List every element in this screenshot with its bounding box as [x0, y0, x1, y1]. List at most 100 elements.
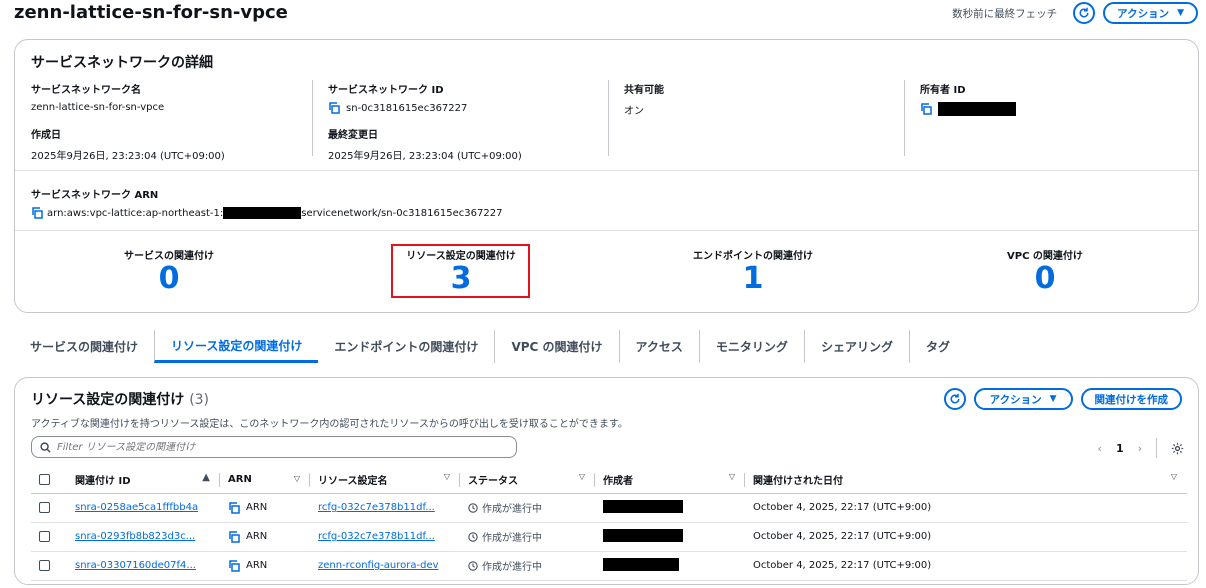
row-checkbox[interactable]: [39, 530, 50, 542]
metric-vpc-associations: VPC の関連付け 0: [925, 247, 1165, 296]
copy-icon[interactable]: [328, 102, 340, 114]
list-description: アクティブな関連付けを持つリソース設定は、このネットワーク内の認可されたリソース…: [31, 419, 628, 430]
divider: [904, 80, 905, 156]
tab-monitoring[interactable]: モニタリング: [698, 330, 804, 363]
id-value: sn-0c3181615ec367227: [346, 102, 468, 114]
metric-label: エンドポイントの関連付け: [693, 251, 813, 262]
modified-field: 最終変更日 2025年9月26日, 23:23:04 (UTC+09:00): [328, 126, 522, 162]
settings-gear-icon[interactable]: [1171, 442, 1184, 455]
association-id-link[interactable]: snra-0293fb8b823d3c...: [75, 531, 195, 542]
tab-access[interactable]: アクセス: [618, 330, 699, 363]
tab-sharing[interactable]: シェアリング: [803, 330, 909, 363]
sort-icon: ▽: [578, 471, 585, 481]
shareable-field: 共有可能 オン: [624, 81, 664, 117]
column-header-status[interactable]: ステータス ▽: [460, 466, 595, 494]
arn-text: ARN: [246, 502, 268, 513]
sort-ascending-icon: ▲: [202, 471, 210, 483]
resource-config-link[interactable]: rcfg-032c7e378b11df...: [318, 502, 435, 513]
sort-icon: ▽: [728, 471, 735, 481]
redacted-account-id: [223, 207, 302, 219]
tab-vpc-associations[interactable]: VPC の関連付け: [494, 330, 618, 363]
page-title: zenn-lattice-sn-for-sn-vpce: [14, 2, 288, 23]
copy-icon[interactable]: [228, 559, 240, 572]
column-header-associated-date[interactable]: 関連付けされた日付 ▽: [745, 466, 1187, 494]
status-cell: 作成が進行中: [468, 529, 587, 544]
metric-value[interactable]: 1: [633, 262, 873, 296]
redacted-creator: [603, 557, 679, 571]
resource-config-link[interactable]: zenn-rconfig-aurora-dev: [318, 560, 439, 571]
last-fetched-text: 数秒前に最終フェッチ: [952, 7, 1058, 20]
created-label: 作成日: [31, 130, 61, 141]
actions-dropdown-button[interactable]: アクション ▼: [1103, 2, 1198, 24]
row-checkbox[interactable]: [39, 559, 50, 571]
clock-icon: [468, 560, 478, 571]
refresh-button[interactable]: [1073, 2, 1096, 24]
clock-icon: [468, 502, 478, 513]
clock-icon: [468, 531, 478, 542]
list-count: (3): [189, 392, 210, 408]
caret-down-icon: ▼: [1177, 8, 1184, 18]
filter-input[interactable]: [57, 441, 497, 453]
id-label: サービスネットワーク ID: [328, 85, 444, 96]
list-actions: アクション ▼ 関連付けを作成: [943, 388, 1182, 410]
metric-value[interactable]: 0: [49, 262, 289, 296]
tab-resource-config-associations[interactable]: リソース設定の関連付け: [154, 330, 319, 363]
association-id-link[interactable]: snra-0258ae5ca1fffbb4a: [75, 502, 198, 513]
metric-label: VPC の関連付け: [1007, 251, 1083, 262]
caret-down-icon: ▼: [1049, 394, 1057, 404]
table-row: snra-0293fb8b823d3c... ARN rcfg-032c7e37…: [31, 522, 1187, 552]
list-title: リソース設定の関連付け (3): [31, 392, 210, 408]
column-header-resource-config-name[interactable]: リソース設定名 ▽: [310, 466, 460, 494]
section-divider: [15, 230, 1198, 231]
search-icon: [40, 441, 51, 453]
metric-service-associations: サービスの関連付け 0: [49, 247, 289, 296]
refresh-icon: [950, 393, 960, 404]
id-field: サービスネットワーク ID sn-0c3181615ec367227: [328, 81, 467, 114]
select-all-header: [31, 466, 67, 494]
tab-tags[interactable]: タグ: [908, 330, 966, 363]
associations-table: 関連付け ID ▲ ARN ▽ リソース設定名 ▽ ステータス ▽ 作成者 ▽ 関連付けさ…: [31, 466, 1187, 581]
arn-text: ARN: [246, 560, 268, 571]
row-checkbox[interactable]: [39, 501, 50, 513]
shareable-label: 共有可能: [624, 85, 664, 96]
arn-label: サービスネットワーク ARN: [31, 190, 159, 201]
copy-icon[interactable]: [31, 207, 43, 219]
associated-date: October 4, 2025, 22:17 (UTC+9:00): [745, 522, 1187, 552]
create-association-label: 関連付けを作成: [1094, 393, 1169, 406]
sort-icon: ▽: [293, 473, 300, 483]
resource-config-link[interactable]: rcfg-032c7e378b11df...: [318, 531, 435, 542]
details-panel: サービスネットワークの詳細 サービスネットワーク名 zenn-lattice-s…: [14, 39, 1199, 313]
copy-icon[interactable]: [228, 501, 240, 514]
name-label: サービスネットワーク名: [31, 85, 141, 96]
previous-page-icon[interactable]: ‹: [1098, 442, 1102, 455]
association-id-link[interactable]: snra-03307160de07f4...: [75, 560, 196, 571]
current-page[interactable]: 1: [1116, 442, 1124, 455]
associated-date: October 4, 2025, 22:17 (UTC+9:00): [745, 551, 1187, 581]
copy-icon[interactable]: [920, 103, 932, 115]
create-association-button[interactable]: 関連付けを作成: [1080, 388, 1182, 410]
list-actions-label: アクション: [989, 393, 1042, 406]
tab-service-associations[interactable]: サービスの関連付け: [14, 330, 154, 363]
tab-bar: サービスの関連付け リソース設定の関連付け エンドポイントの関連付け VPC の…: [14, 330, 966, 363]
select-all-checkbox[interactable]: [39, 473, 50, 485]
tab-endpoint-associations[interactable]: エンドポイントの関連付け: [318, 330, 494, 363]
highlight-annotation: [391, 244, 530, 298]
refresh-icon: [1079, 7, 1089, 18]
copy-icon[interactable]: [228, 530, 240, 543]
metric-value[interactable]: 0: [925, 262, 1165, 296]
metric-endpoint-associations: エンドポイントの関連付け 1: [633, 247, 873, 296]
arn-field: サービスネットワーク ARN arn:aws:vpc-lattice:ap-no…: [31, 186, 502, 219]
list-refresh-button[interactable]: [943, 388, 966, 410]
list-actions-dropdown-button[interactable]: アクション ▼: [973, 388, 1073, 410]
associated-date: October 4, 2025, 22:17 (UTC+9:00): [745, 493, 1187, 523]
column-header-arn[interactable]: ARN ▽: [220, 466, 310, 494]
actions-label: アクション: [1117, 7, 1170, 20]
arn-text: ARN: [246, 531, 268, 542]
sort-icon: ▽: [443, 471, 450, 481]
resource-config-associations-panel: リソース設定の関連付け (3) アクティブな関連付けを持つリソース設定は、このネ…: [14, 377, 1199, 585]
column-header-association-id[interactable]: 関連付け ID ▲: [67, 466, 220, 494]
column-header-creator[interactable]: 作成者 ▽: [595, 466, 745, 494]
next-page-icon[interactable]: ›: [1138, 442, 1142, 455]
created-field: 作成日 2025年9月26日, 23:23:04 (UTC+09:00): [31, 126, 225, 162]
status-cell: 作成が進行中: [468, 558, 587, 573]
